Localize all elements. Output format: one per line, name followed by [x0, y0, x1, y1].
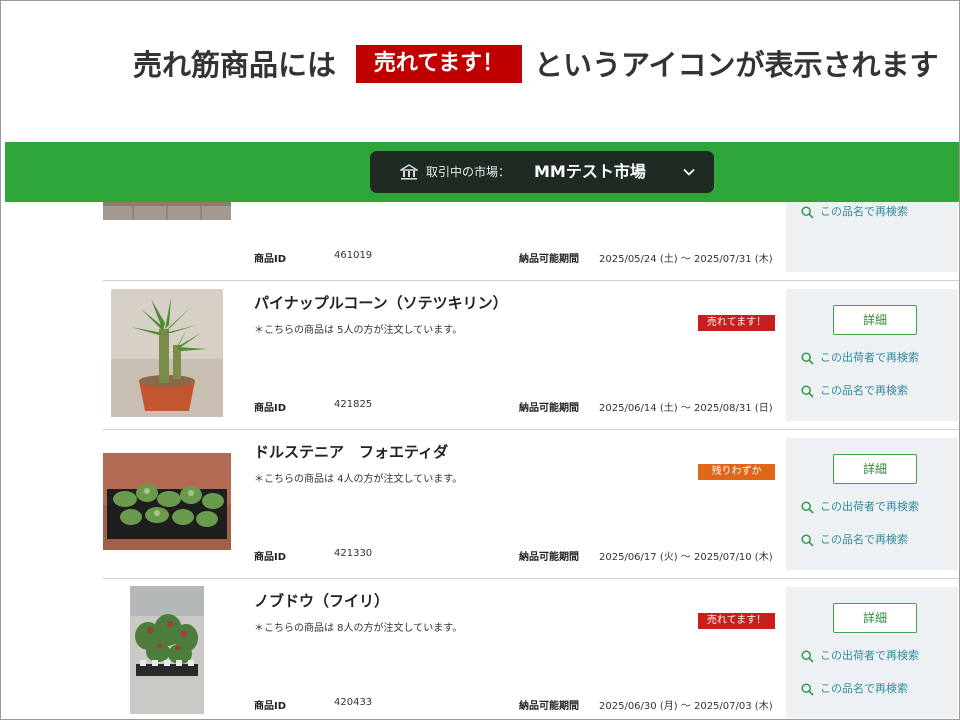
delivery-period-label: 納品可能期間 [519, 701, 579, 712]
status-badge: 売れてます！ [698, 315, 775, 331]
delivery-period: 2025/05/24 (土) ～ 2025/07/31 (木) [599, 254, 773, 265]
detail-button[interactable]: 詳細 [833, 603, 917, 633]
detail-button[interactable]: 詳細 [833, 305, 917, 335]
search-icon [801, 683, 814, 696]
detail-button[interactable]: 詳細 [833, 454, 917, 484]
list-item: パイナップルコーン（ソテツキリン） ＊こちらの商品は 5人の方が注文しています。… [5, 282, 959, 430]
product-image[interactable] [111, 289, 223, 417]
search-by-item-label: この品名で再検索 [820, 384, 908, 397]
action-panel: 詳細 この出荷者で再検索 この品名で再検索 [786, 289, 958, 421]
action-panel: 詳細 この出荷者で再検索 この品名で再検索 [786, 438, 958, 570]
product-title[interactable]: パイナップルコーン（ソテツキリン） [254, 292, 508, 313]
product-image[interactable] [130, 586, 204, 714]
list-item: 商品ID 461019 納品可能期間 2025/05/24 (土) ～ 2025… [5, 202, 959, 272]
chevron-down-icon [683, 168, 695, 176]
divider [103, 280, 959, 281]
product-id: 421330 [334, 548, 373, 559]
delivery-period: 2025/06/14 (土) ～ 2025/08/31 (日) [599, 403, 773, 414]
product-image[interactable] [103, 202, 231, 220]
product-title[interactable]: ドルステニア フォエティダ [254, 441, 448, 462]
product-title[interactable]: ノブドウ（フイリ） [254, 590, 389, 611]
search-by-shipper-label: この出荷者で再検索 [820, 649, 919, 662]
delivery-period-label: 納品可能期間 [519, 552, 579, 563]
order-count-note: ＊こちらの商品は 4人の方が注文しています。 [254, 474, 463, 485]
delivery-period: 2025/06/17 (火) ～ 2025/07/10 (木) [599, 552, 773, 563]
search-icon [801, 206, 814, 219]
action-panel: 詳細 この出荷者で再検索 この品名で再検索 [786, 587, 958, 718]
delivery-period-label: 納品可能期間 [519, 254, 579, 265]
search-icon [801, 501, 814, 514]
product-id: 421825 [334, 399, 373, 410]
list-item: ノブドウ（フイリ） ＊こちらの商品は 8人の方が注文しています。 売れてます！ … [5, 580, 959, 718]
market-name: MMテスト市場 [534, 162, 646, 181]
slide-caption: 売れ筋商品には 売れてます！ というアイコンが表示されます [0, 44, 960, 86]
status-badge: 売れてます！ [698, 613, 775, 629]
product-id-label: 商品ID [254, 701, 287, 712]
search-by-item-label: この品名で再検索 [820, 533, 908, 546]
search-by-item-label: この品名で再検索 [820, 682, 908, 695]
caption-text-after: というアイコンが表示されます [534, 48, 939, 82]
market-label: 取引中の市場： [426, 165, 511, 179]
search-by-shipper-label: この出荷者で再検索 [820, 500, 919, 513]
product-image[interactable] [103, 453, 231, 550]
delivery-period: 2025/06/30 (月) ～ 2025/07/03 (木) [599, 701, 773, 712]
product-id-label: 商品ID [254, 254, 287, 265]
caption-text-before: 売れ筋商品には [133, 48, 337, 82]
divider [103, 429, 959, 430]
market-selector[interactable]: 取引中の市場： MMテスト市場 [370, 151, 714, 193]
search-icon [801, 352, 814, 365]
order-count-note: ＊こちらの商品は 8人の方が注文しています。 [254, 623, 463, 634]
status-badge: 残りわずか [698, 464, 775, 480]
market-building-icon [400, 164, 418, 180]
delivery-period-label: 納品可能期間 [519, 403, 579, 414]
order-count-note: ＊こちらの商品は 5人の方が注文しています。 [254, 325, 463, 336]
search-icon [801, 534, 814, 547]
product-id: 420433 [334, 697, 373, 708]
divider [103, 578, 959, 579]
search-icon [801, 385, 814, 398]
action-panel: この品名で再検索 [786, 202, 958, 272]
product-id: 461019 [334, 250, 373, 261]
search-by-item-label: この品名で再検索 [820, 205, 908, 218]
product-list: 商品ID 461019 納品可能期間 2025/05/24 (土) ～ 2025… [5, 202, 959, 718]
product-id-label: 商品ID [254, 552, 287, 563]
list-item: ドルステニア フォエティダ ＊こちらの商品は 4人の方が注文しています。 残りわ… [5, 431, 959, 579]
search-by-shipper-label: この出荷者で再検索 [820, 351, 919, 364]
product-id-label: 商品ID [254, 403, 287, 414]
caption-badge: 売れてます！ [356, 45, 522, 83]
search-icon [801, 650, 814, 663]
